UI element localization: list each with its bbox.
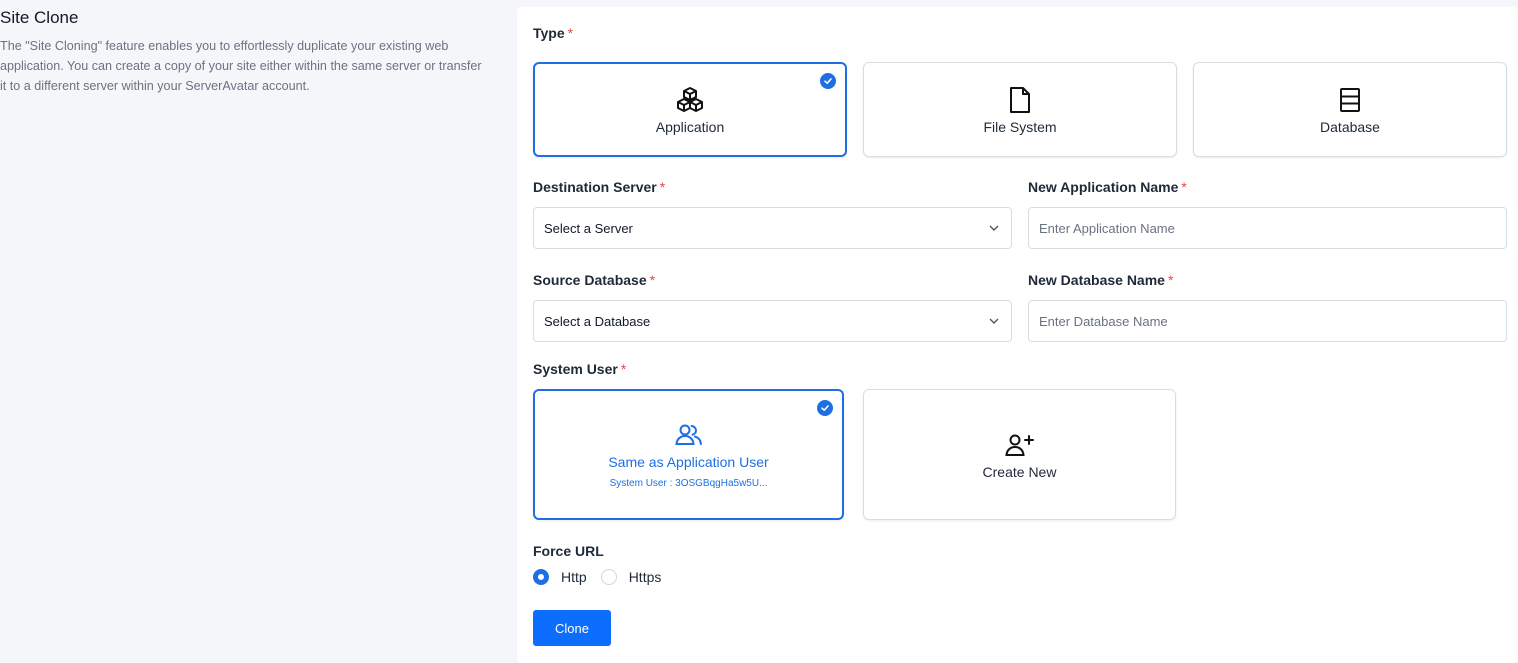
new-application-name-label: New Application Name * (1028, 179, 1187, 195)
system-user-value: System User : 3OSGBqgHa5w5U... (609, 478, 768, 489)
chevron-down-icon (987, 314, 1001, 328)
radio-http[interactable]: Http (533, 569, 587, 585)
new-application-name-field (1028, 207, 1507, 249)
type-option-label: File System (983, 118, 1057, 135)
clone-button[interactable]: Clone (533, 610, 611, 646)
new-database-name-input[interactable] (1039, 313, 1496, 329)
page-title: Site Clone (0, 8, 79, 27)
destination-server-select[interactable]: Select a Server (533, 207, 1012, 249)
system-user-option-same[interactable]: Same as Application User System User : 3… (533, 389, 844, 520)
new-application-name-input[interactable] (1039, 220, 1496, 236)
destination-server-value: Select a Server (544, 220, 633, 236)
radio-https-label: Https (628, 569, 662, 585)
cubes-icon (675, 85, 705, 115)
database-icon (1339, 85, 1361, 115)
checkmark-icon (817, 400, 833, 416)
system-user-option-label: Create New (982, 463, 1057, 480)
type-label: Type * (533, 25, 574, 41)
checkmark-icon (820, 73, 836, 89)
radio-http-label: Http (561, 569, 587, 585)
new-database-name-label: New Database Name * (1028, 272, 1174, 288)
type-option-database[interactable]: Database (1193, 62, 1507, 157)
type-option-label: Application (655, 118, 725, 135)
file-icon (1008, 85, 1032, 115)
system-user-option-label: Same as Application User (608, 454, 769, 470)
system-user-option-create-new[interactable]: Create New (863, 389, 1176, 520)
force-url-label: Force URL (533, 543, 604, 559)
page-description: The "Site Cloning" feature enables you t… (0, 39, 482, 93)
destination-server-label: Destination Server * (533, 179, 666, 195)
new-database-name-field (1028, 300, 1507, 342)
type-option-application[interactable]: Application (533, 62, 847, 157)
radio-https[interactable]: Https (600, 569, 662, 585)
source-database-label: Source Database * (533, 272, 656, 288)
type-option-label: Database (1320, 118, 1380, 135)
source-database-select[interactable]: Select a Database (533, 300, 1012, 342)
clone-form-panel: Type * Application File System Database … (517, 7, 1518, 663)
radio-https-indicator[interactable] (600, 569, 617, 585)
users-icon (674, 420, 704, 450)
system-user-label: System User * (533, 361, 627, 377)
source-database-value: Select a Database (544, 313, 651, 329)
chevron-down-icon (987, 221, 1001, 235)
intro-section: Site Clone The "Site Cloning" feature en… (0, 8, 490, 96)
radio-http-indicator[interactable] (533, 569, 549, 585)
type-option-file-system[interactable]: File System (863, 62, 1177, 157)
user-plus-icon (1004, 430, 1036, 460)
force-url-radio-group: Http Https (533, 569, 675, 585)
